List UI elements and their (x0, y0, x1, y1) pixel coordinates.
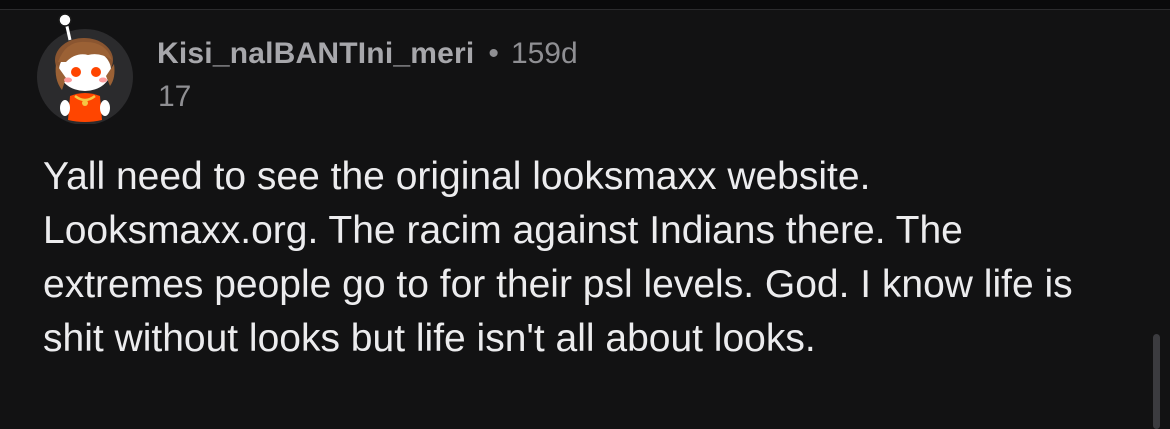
top-divider (0, 0, 1170, 10)
scrollbar[interactable] (1153, 334, 1160, 429)
comment-score: 17 (158, 80, 192, 113)
comment-header: Kisi_nalBANTIni_meri • 159d (157, 34, 578, 74)
meta-separator: • (488, 37, 499, 70)
comment-age: 159d (510, 37, 578, 70)
comment-body: Yall need to see the original looksmaxx … (43, 155, 1073, 360)
avatar[interactable] (36, 12, 134, 124)
comment-view: Kisi_nalBANTIni_meri • 159d 17 Yall need… (0, 0, 1170, 429)
reddit-snoo-avatar-icon (37, 13, 133, 124)
username-link[interactable]: Kisi_nalBANTIni_meri (157, 37, 474, 71)
